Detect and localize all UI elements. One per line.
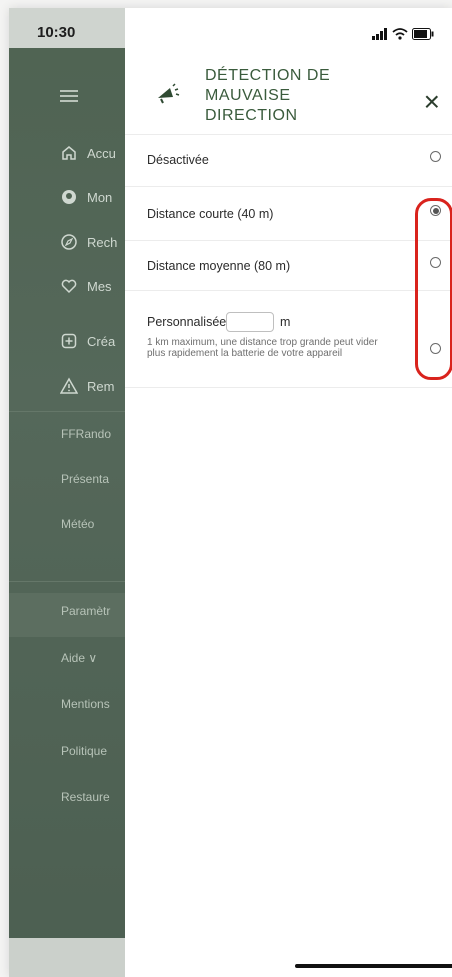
- custom-distance-row: m: [125, 312, 452, 335]
- battery-icon: [412, 28, 434, 40]
- sidebar-link-presentation[interactable]: Présenta: [61, 472, 109, 486]
- sidebar-item-creer[interactable]: Créa: [59, 329, 115, 353]
- status-time: 10:30: [37, 24, 76, 41]
- sidebar-item-label: Accu: [87, 145, 116, 161]
- sidebar-link-parametres[interactable]: Paramètr: [61, 604, 110, 618]
- option-row-personnalisee[interactable]: Personnalisée: m 1 km maximum, une dista…: [125, 290, 452, 388]
- navigation-drawer: 10:30 Accu Mon Rech Mes Créa Rem FFRando…: [9, 8, 125, 977]
- sidebar-link-mentions[interactable]: Mentions: [61, 697, 110, 711]
- sidebar-link-meteo[interactable]: Météo: [61, 517, 94, 531]
- option-label: Désactivée: [147, 153, 209, 167]
- page-title: DÉTECTION DE MAUVAISE DIRECTION: [205, 67, 331, 124]
- compass-icon: [59, 232, 79, 252]
- option-row-distance-courte[interactable]: Distance courte (40 m): [125, 186, 452, 241]
- sidebar-divider: [9, 411, 125, 412]
- signal-icon: [372, 28, 387, 40]
- home-indicator: [295, 964, 452, 968]
- sidebar-link-politique[interactable]: Politique: [61, 744, 107, 758]
- sidebar-item-accueil[interactable]: Accu: [59, 141, 116, 165]
- sidebar-link-aide[interactable]: Aide ∨: [61, 651, 97, 665]
- plus-square-icon: [59, 331, 79, 351]
- option-row-desactivee[interactable]: Désactivée: [125, 134, 452, 187]
- home-icon: [59, 143, 79, 163]
- unit-label: m: [280, 315, 291, 329]
- option-label: Distance moyenne (80 m): [147, 259, 291, 273]
- warning-icon: [59, 376, 79, 396]
- custom-distance-input[interactable]: [226, 312, 274, 332]
- megaphone-icon: [155, 82, 181, 109]
- heart-icon: [59, 276, 79, 296]
- phone-screen: 10:30 Accu Mon Rech Mes Créa Rem FFRando…: [9, 8, 452, 977]
- wifi-icon: [392, 28, 408, 40]
- panel-header: DÉTECTION DE MAUVAISE DIRECTION ×: [125, 62, 452, 134]
- sidebar-item-remonter[interactable]: Rem: [59, 374, 114, 398]
- radio-desactivee[interactable]: [430, 151, 441, 162]
- sidebar-item-mes[interactable]: Mes: [59, 274, 112, 298]
- hamburger-icon[interactable]: [60, 90, 78, 102]
- sidebar-item-label: Rem: [87, 378, 115, 394]
- option-row-distance-moyenne[interactable]: Distance moyenne (80 m): [125, 240, 452, 291]
- sidebar-link-ffrando[interactable]: FFRando: [61, 427, 111, 441]
- sidebar-bottom-bar: [9, 938, 125, 977]
- sidebar-item-label: Rech: [87, 234, 118, 250]
- custom-distance-hint: 1 km maximum, une distance trop grande p…: [147, 337, 378, 359]
- sidebar-item-label: Mes: [87, 278, 112, 294]
- status-icons: [372, 28, 434, 40]
- status-bar-left: 10:30: [9, 8, 125, 48]
- sidebar-item-mon[interactable]: Mon: [59, 185, 112, 209]
- sidebar-item-label: Mon: [87, 189, 113, 205]
- sidebar-divider: [9, 581, 125, 582]
- option-label: Distance courte (40 m): [147, 207, 274, 221]
- profile-icon: [59, 187, 79, 207]
- settings-panel: DÉTECTION DE MAUVAISE DIRECTION × Désact…: [125, 8, 452, 977]
- sidebar-item-recherche[interactable]: Rech: [59, 230, 117, 254]
- highlight-annotation: [415, 198, 452, 380]
- sidebar-item-label: Créa: [87, 333, 116, 349]
- close-icon[interactable]: ×: [424, 88, 440, 116]
- sidebar-link-restaurer[interactable]: Restaure: [61, 790, 110, 804]
